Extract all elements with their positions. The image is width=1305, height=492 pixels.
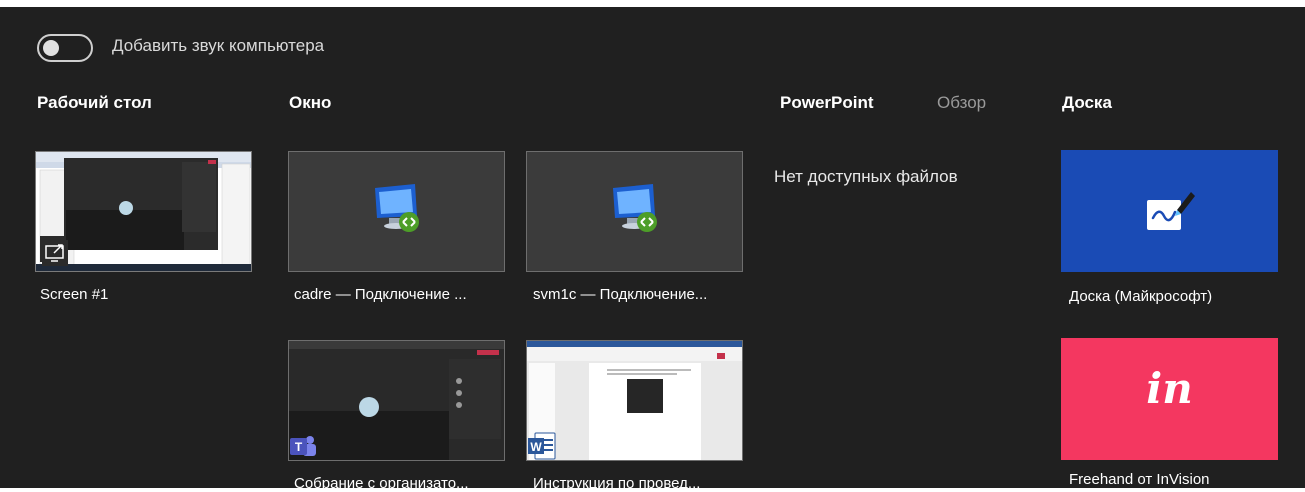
window-cadre-thumbnail[interactable] xyxy=(288,151,505,272)
microsoft-whiteboard-caption: Доска (Майкрософт) xyxy=(1069,288,1213,305)
word-preview xyxy=(527,341,742,460)
computer-sound-toggle[interactable] xyxy=(37,34,93,62)
share-tray: Добавить звук компьютера Рабочий стол Ок… xyxy=(0,7,1305,492)
share-screen-icon xyxy=(42,240,68,266)
window-teams-caption: Собрание с организато... xyxy=(294,475,469,492)
window-teams-thumbnail[interactable]: T xyxy=(288,340,505,461)
section-whiteboard-heading: Доска xyxy=(1062,93,1112,112)
word-icon: W xyxy=(528,432,556,460)
section-window-heading: Окно xyxy=(289,93,332,112)
window-cadre-caption: cadre — Подключение ... xyxy=(294,286,467,303)
section-powerpoint-heading: PowerPoint xyxy=(780,93,874,112)
window-svm1c-thumbnail[interactable] xyxy=(526,151,743,272)
microsoft-whiteboard-tile[interactable] xyxy=(1061,150,1278,272)
screen-1-caption: Screen #1 xyxy=(40,286,109,303)
toggle-knob xyxy=(43,40,59,56)
computer-sound-label: Добавить звук компьютера xyxy=(112,36,325,55)
window-word-thumbnail[interactable]: W xyxy=(526,340,743,461)
screen-1-thumbnail[interactable] xyxy=(35,151,252,272)
invision-freehand-caption: Freehand от InVision xyxy=(1069,471,1210,488)
teams-preview xyxy=(289,341,504,460)
svg-text:T: T xyxy=(295,440,303,454)
window-word-caption: Инструкция по провед... xyxy=(533,475,701,492)
invision-icon: in xyxy=(1146,364,1193,413)
remote-desktop-icon xyxy=(613,184,657,232)
whiteboard-icon xyxy=(1147,192,1195,230)
section-desktop-heading: Рабочий стол xyxy=(37,93,152,112)
svg-text:W: W xyxy=(530,440,542,454)
browse-link[interactable]: Обзор xyxy=(937,93,986,113)
invision-freehand-tile[interactable]: in xyxy=(1061,338,1278,460)
powerpoint-empty-text: Нет доступных файлов xyxy=(774,167,958,186)
desktop-preview xyxy=(36,152,251,271)
remote-desktop-icon xyxy=(375,184,419,232)
teams-icon: T xyxy=(290,436,316,456)
window-svm1c-caption: svm1c — Подключение... xyxy=(533,286,708,303)
